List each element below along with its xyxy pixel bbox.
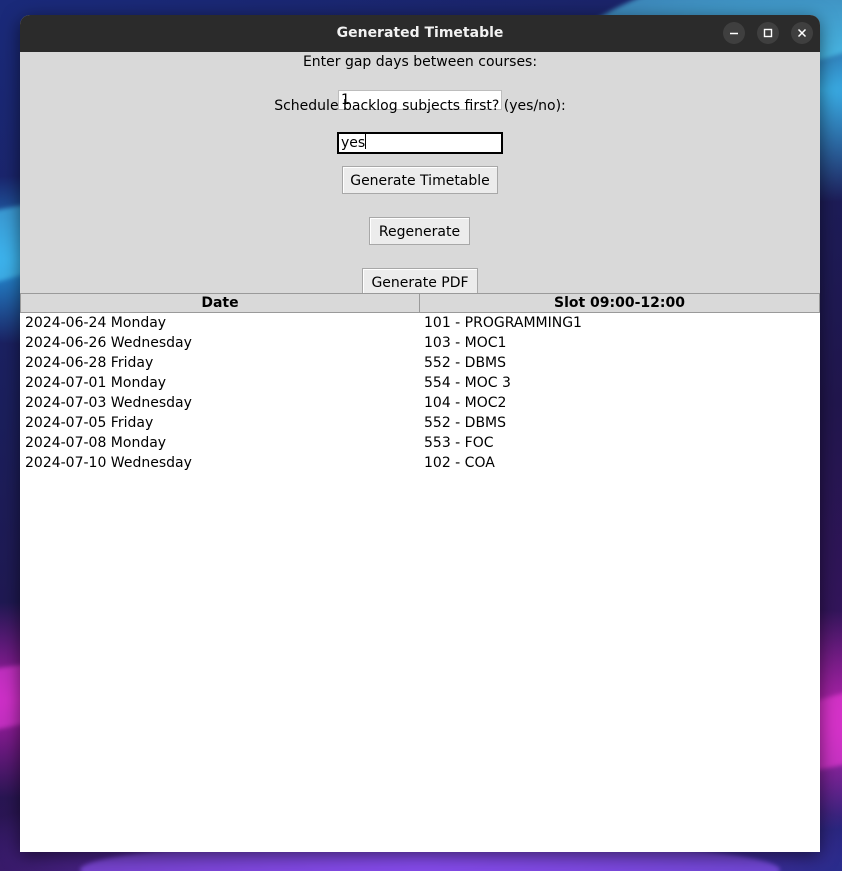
table-row[interactable]: 2024-06-28 Friday 552 - DBMS [20, 353, 820, 373]
slot-cell: 103 - MOC1 [424, 335, 507, 351]
table-body: 2024-06-24 Monday 101 - PROGRAMMING1 202… [20, 313, 820, 473]
slot-cell: 553 - FOC [424, 435, 494, 451]
slot-cell: 104 - MOC2 [424, 395, 507, 411]
table-row[interactable]: 2024-06-26 Wednesday 103 - MOC1 [20, 333, 820, 353]
title-bar[interactable]: Generated Timetable [20, 15, 820, 52]
slot-cell: 552 - DBMS [424, 355, 507, 371]
date-cell: 2024-07-08 Monday [25, 435, 167, 451]
maximize-button[interactable] [757, 22, 779, 44]
app-window: Generated Timetable Enter gap days betwe… [20, 15, 820, 852]
slot-cell: 554 - MOC 3 [424, 375, 511, 391]
slot-cell: 102 - COA [424, 455, 495, 471]
date-cell: 2024-07-01 Monday [25, 375, 167, 391]
text-caret [365, 134, 367, 149]
slot-cell: 101 - PROGRAMMING1 [424, 315, 582, 331]
maximize-icon [763, 28, 773, 38]
table-row[interactable]: 2024-07-03 Wednesday 104 - MOC2 [20, 393, 820, 413]
generate-timetable-button[interactable]: Generate Timetable [342, 166, 498, 194]
table-row[interactable]: 2024-06-24 Monday 101 - PROGRAMMING1 [20, 313, 820, 333]
generate-pdf-button[interactable]: Generate PDF [362, 268, 478, 296]
minimize-button[interactable] [723, 22, 745, 44]
minimize-icon [730, 32, 738, 35]
date-cell: 2024-07-10 Wednesday [25, 455, 192, 471]
close-icon [797, 28, 807, 38]
date-cell: 2024-06-26 Wednesday [25, 335, 192, 351]
table-row[interactable]: 2024-07-01 Monday 554 - MOC 3 [20, 373, 820, 393]
table-row[interactable]: 2024-07-05 Friday 552 - DBMS [20, 413, 820, 433]
gap-days-label: Enter gap days between courses: [302, 54, 538, 70]
table-row[interactable]: 2024-07-10 Wednesday 102 - COA [20, 453, 820, 473]
date-cell: 2024-07-03 Wednesday [25, 395, 192, 411]
backlog-value: yes [341, 135, 366, 151]
slot-cell: 552 - DBMS [424, 415, 507, 431]
column-header-slot[interactable]: Slot 09:00-12:00 [419, 293, 820, 313]
timetable-table[interactable]: Date Slot 09:00-12:00 2024-06-24 Monday … [20, 293, 820, 852]
column-header-date[interactable]: Date [20, 293, 420, 313]
date-cell: 2024-07-05 Friday [25, 415, 154, 431]
close-button[interactable] [791, 22, 813, 44]
table-header: Date Slot 09:00-12:00 [20, 293, 820, 313]
date-cell: 2024-06-24 Monday [25, 315, 167, 331]
table-row[interactable]: 2024-07-08 Monday 553 - FOC [20, 433, 820, 453]
backlog-label: Schedule backlog subjects first? (yes/no… [274, 98, 566, 114]
backlog-input[interactable]: yes [337, 132, 503, 154]
window-title: Generated Timetable [336, 25, 504, 41]
date-cell: 2024-06-28 Friday [25, 355, 154, 371]
timetable-form: Enter gap days between courses: 1 Schedu… [20, 52, 820, 296]
regenerate-button[interactable]: Regenerate [369, 217, 470, 245]
